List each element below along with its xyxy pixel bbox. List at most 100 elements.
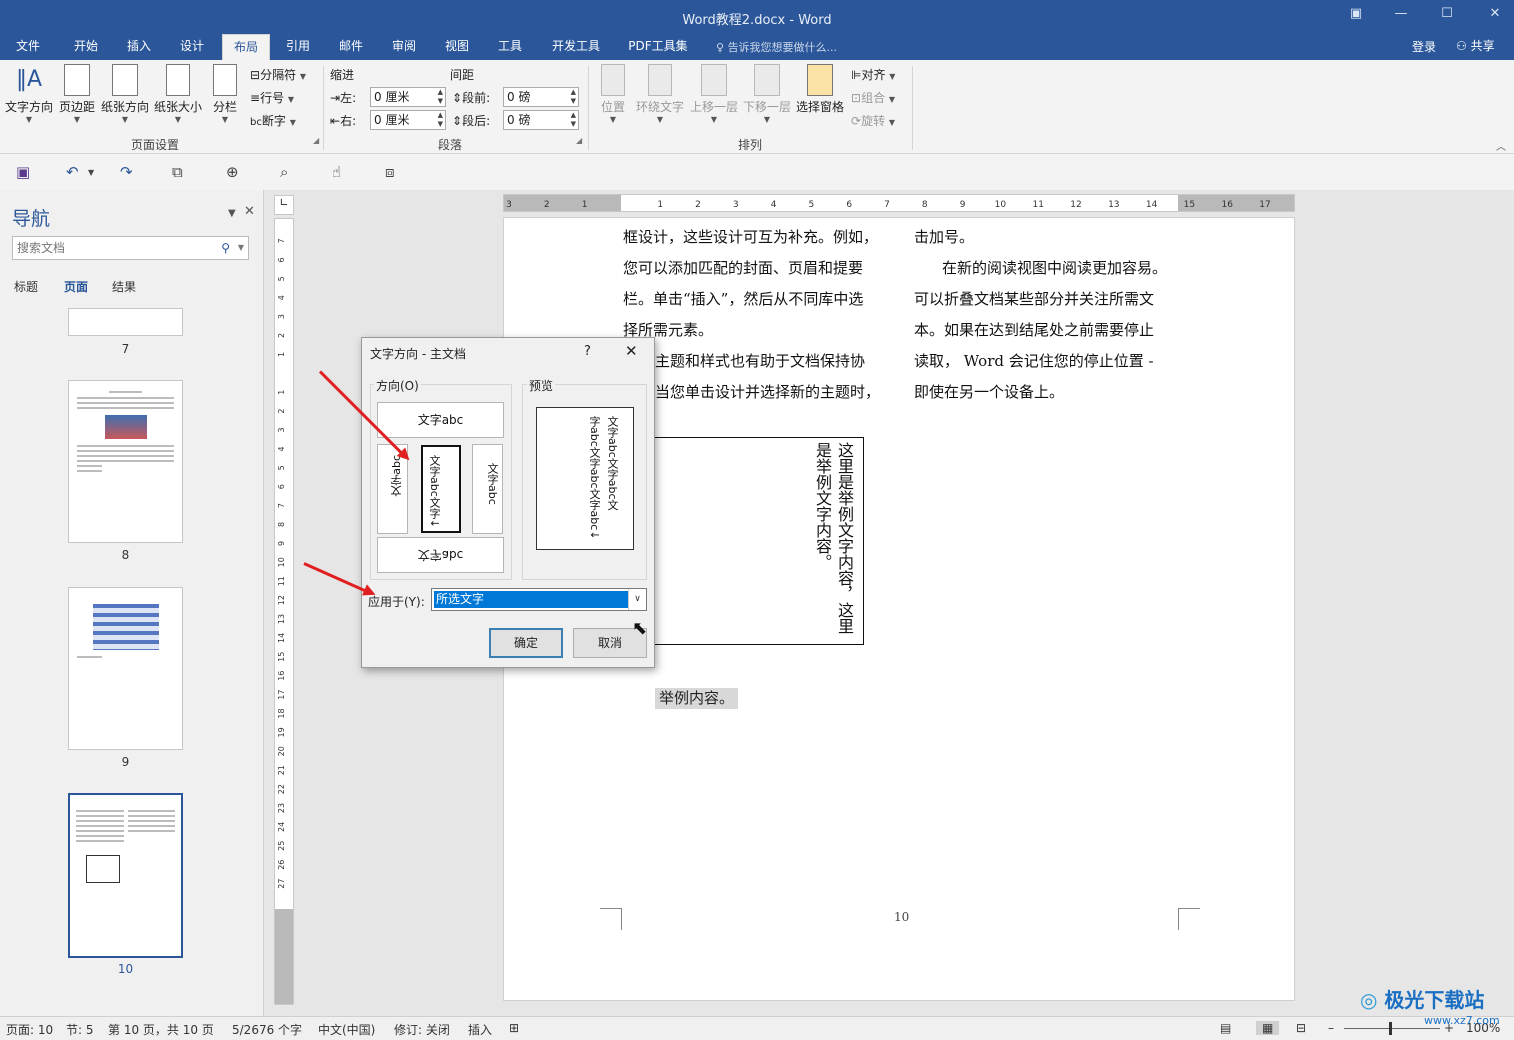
- orientation-flipped-option[interactable]: 文字abc: [377, 537, 504, 573]
- tell-me-box[interactable]: ♀ 告诉我您想要做什么...: [716, 39, 837, 55]
- tab-file[interactable]: 文件: [6, 34, 50, 60]
- print-preview-icon[interactable]: ⌕: [280, 163, 288, 181]
- web-layout-view-icon[interactable]: ⊟: [1296, 1021, 1306, 1035]
- ribbon-display-options-icon[interactable]: ▣: [1343, 6, 1369, 28]
- line-numbers-button[interactable]: ≡行号 ▼: [250, 89, 294, 106]
- zoom-slider-thumb[interactable]: [1389, 1022, 1392, 1035]
- status-insert-mode[interactable]: 插入: [468, 1021, 492, 1038]
- tab-references[interactable]: 引用: [276, 34, 320, 60]
- spin-arrows-icon[interactable]: ▲ ▼: [571, 111, 576, 129]
- undo-dropdown-icon[interactable]: ▼: [88, 168, 94, 177]
- page-thumbnail[interactable]: [68, 587, 183, 750]
- tab-review[interactable]: 审阅: [382, 34, 426, 60]
- ok-button[interactable]: 确定: [489, 628, 563, 658]
- chevron-down-icon[interactable]: ∨: [628, 589, 646, 610]
- minimize-button[interactable]: —: [1388, 6, 1414, 28]
- close-icon[interactable]: ✕: [625, 342, 638, 360]
- tab-layout[interactable]: 布局: [222, 34, 270, 60]
- status-section[interactable]: 节: 5: [66, 1021, 94, 1038]
- orientation-button[interactable]: 纸张方向 ▼: [100, 64, 150, 130]
- spacing-after-input[interactable]: 0 磅 ▲ ▼: [503, 110, 579, 130]
- collapse-ribbon-icon[interactable]: ︿: [1496, 138, 1506, 153]
- text-direction-button[interactable]: ‖A 文字方向 ▼: [4, 64, 54, 130]
- dialog-launcher-icon[interactable]: ◢: [576, 136, 582, 145]
- selected-text[interactable]: 举例内容。: [655, 688, 739, 709]
- spin-arrows-icon[interactable]: ▲ ▼: [438, 111, 443, 129]
- tab-developer[interactable]: 开发工具: [544, 34, 608, 60]
- search-icon[interactable]: ⚲: [221, 237, 230, 259]
- selection-pane-button[interactable]: 选择窗格: [795, 64, 845, 130]
- close-button[interactable]: ✕: [1482, 6, 1508, 28]
- indent-right-label: ⇤右:: [330, 114, 357, 128]
- size-button[interactable]: 纸张大小 ▼: [153, 64, 203, 130]
- close-pane-icon[interactable]: ✕: [244, 204, 255, 219]
- status-words[interactable]: 5/2676 个字: [232, 1021, 302, 1038]
- position-button[interactable]: 位置 ▼: [597, 64, 629, 130]
- tab-pdf-tools[interactable]: PDF工具集: [622, 34, 694, 60]
- spacing-before-input[interactable]: 0 磅 ▲ ▼: [503, 87, 579, 107]
- orientation-vertical-option[interactable]: 文字abc文字↓: [421, 445, 461, 533]
- tab-design[interactable]: 设计: [170, 34, 214, 60]
- text-box[interactable]: 这里是举例文字内容，这里 是举例文字内容。: [653, 437, 864, 645]
- apply-to-select[interactable]: 所选文字 ∨: [431, 588, 647, 611]
- rotate-button[interactable]: ⟳旋转 ▼: [851, 112, 895, 129]
- tab-mailings[interactable]: 邮件: [329, 34, 373, 60]
- zoom-slider[interactable]: [1344, 1028, 1440, 1029]
- spin-arrows-icon[interactable]: ▲ ▼: [438, 88, 443, 106]
- customize-icon[interactable]: ⧈: [385, 163, 395, 181]
- dialog-launcher-icon[interactable]: ◢: [313, 136, 319, 145]
- help-button[interactable]: ?: [584, 344, 591, 359]
- sign-in-link[interactable]: 登录: [1412, 38, 1436, 55]
- bring-forward-button[interactable]: 上移一层 ▼: [689, 64, 739, 130]
- group-arrange: 排列: [737, 138, 762, 152]
- ruler-tick-label: 3: [506, 200, 512, 210]
- wrap-text-button[interactable]: 环绕文字 ▼: [635, 64, 685, 130]
- orientation-rotate-right-option[interactable]: 文字abc: [472, 444, 503, 534]
- hyphenation-button[interactable]: bc断字 ▼: [250, 112, 296, 129]
- status-pages[interactable]: 第 10 页，共 10 页: [108, 1021, 214, 1038]
- orientation-horizontal-option[interactable]: 文字abc: [377, 402, 504, 438]
- page-thumbnail-current[interactable]: [68, 793, 183, 958]
- share-button[interactable]: ⚇ 共享: [1452, 36, 1499, 56]
- macro-icon[interactable]: ⊞: [509, 1021, 519, 1035]
- touch-mode-icon[interactable]: ☝: [332, 163, 341, 181]
- breaks-button[interactable]: ⊟分隔符 ▼: [250, 66, 306, 83]
- align-button[interactable]: ⊫对齐 ▼: [851, 66, 895, 83]
- tab-view[interactable]: 视图: [435, 34, 479, 60]
- undo-icon[interactable]: ↶: [66, 163, 79, 181]
- read-mode-icon[interactable]: ⧉: [172, 163, 183, 181]
- pane-options-icon[interactable]: ▼: [228, 208, 236, 219]
- columns-button[interactable]: 分栏 ▼: [208, 64, 242, 130]
- print-layout-view-icon[interactable]: ▦: [1256, 1021, 1280, 1035]
- tab-results[interactable]: 结果: [112, 278, 136, 295]
- spacing-before-label: ⇕段前:: [452, 91, 491, 105]
- web-icon[interactable]: ⊕: [226, 163, 239, 181]
- search-dropdown-icon[interactable]: ▼: [238, 237, 244, 259]
- zoom-out-icon[interactable]: –: [1328, 1021, 1334, 1035]
- tab-tools[interactable]: 工具: [488, 34, 532, 60]
- tab-home[interactable]: 开始: [64, 34, 108, 60]
- tab-headings[interactable]: 标题: [14, 278, 38, 295]
- redo-icon[interactable]: ↷: [120, 163, 133, 181]
- read-mode-view-icon[interactable]: ▤: [1220, 1021, 1231, 1035]
- maximize-button[interactable]: ☐: [1434, 6, 1460, 28]
- page-thumbnail[interactable]: [68, 380, 183, 543]
- status-track-changes[interactable]: 修订: 关闭: [394, 1021, 450, 1038]
- text-line: 击加号。: [914, 228, 975, 246]
- text-direction-icon: ‖A: [15, 67, 43, 92]
- page-thumbnail[interactable]: [68, 308, 183, 336]
- search-input[interactable]: 搜索文档 ⚲ ▼: [12, 236, 249, 260]
- send-backward-button[interactable]: 下移一层 ▼: [742, 64, 792, 130]
- ruler-tick-label: 10: [995, 200, 1007, 210]
- group-objects-button[interactable]: ⊡组合 ▼: [851, 89, 895, 106]
- status-page[interactable]: 页面: 10: [6, 1021, 53, 1038]
- save-icon[interactable]: ▣: [16, 163, 30, 181]
- tab-pages[interactable]: 页面: [64, 278, 88, 295]
- indent-left-input[interactable]: 0 厘米 ▲ ▼: [370, 87, 446, 107]
- margins-button[interactable]: 页边距 ▼: [57, 64, 97, 130]
- tab-selector-icon[interactable]: ∟: [274, 195, 294, 215]
- spin-arrows-icon[interactable]: ▲ ▼: [571, 88, 576, 106]
- tab-insert[interactable]: 插入: [117, 34, 161, 60]
- status-language[interactable]: 中文(中国): [318, 1021, 375, 1038]
- indent-right-input[interactable]: 0 厘米 ▲ ▼: [370, 110, 446, 130]
